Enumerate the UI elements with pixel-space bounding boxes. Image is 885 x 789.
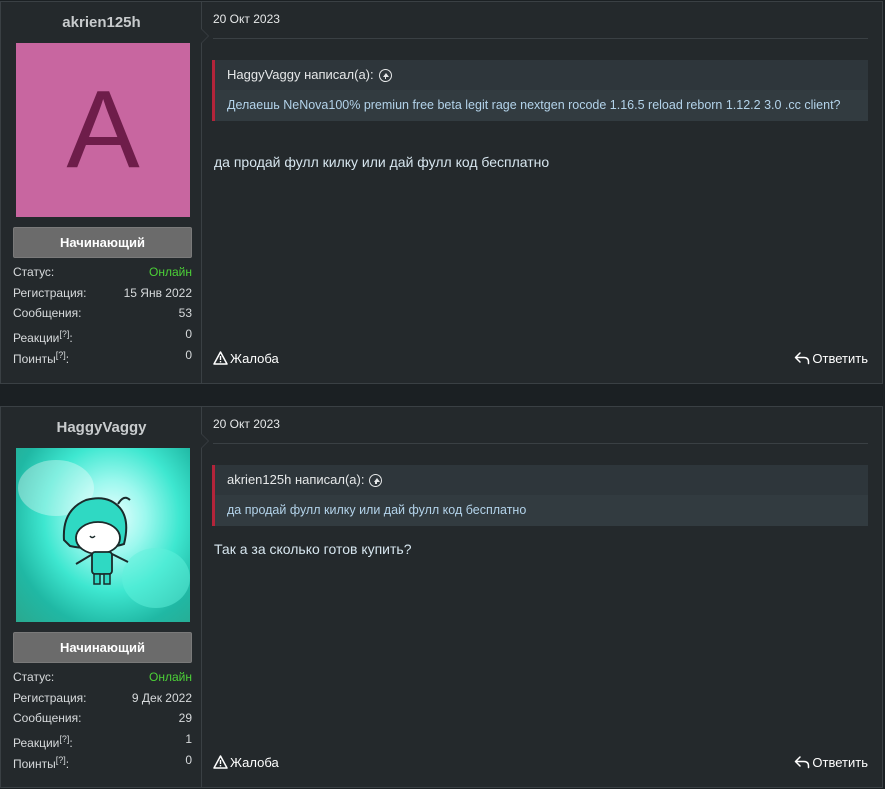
reply-label: Ответить <box>812 754 868 770</box>
stat-label: Регистрация: <box>13 690 87 705</box>
post-actions: Жалоба Ответить <box>213 753 868 771</box>
stat-messages: Сообщения: 53 <box>13 303 192 324</box>
user-stats: Статус: Онлайн Регистрация: 15 Янв 2022 … <box>13 262 192 366</box>
quote-block: akrien125h написал(а): да продай фулл ки… <box>212 465 868 526</box>
post: HaggyVaggy Начинающий Статус: Онлайн Рег… <box>0 406 883 788</box>
stat-registration: Регистрация: 9 Дек 2022 <box>13 688 192 709</box>
stat-messages: Сообщения: 29 <box>13 708 192 729</box>
report-button[interactable]: Жалоба <box>213 351 279 366</box>
quote-block: HaggyVaggy написал(а): Делаешь NeNova100… <box>212 60 868 121</box>
stat-value: 1 <box>185 732 192 747</box>
post: akrien125h A Начинающий Статус: Онлайн Р… <box>0 1 883 384</box>
stat-status: Статус: Онлайн <box>13 262 192 283</box>
stat-label: Поинты <box>13 351 56 366</box>
stat-label: Сообщения: <box>13 711 82 726</box>
quote-text: да продай фулл килку или дай фулл код бе… <box>215 495 868 526</box>
help-link[interactable]: [?] <box>56 755 66 765</box>
user-stats: Статус: Онлайн Регистрация: 9 Дек 2022 С… <box>13 667 192 771</box>
help-link[interactable]: [?] <box>59 734 69 744</box>
stat-value: 9 Дек 2022 <box>131 690 192 705</box>
reply-button[interactable]: Ответить <box>794 351 868 366</box>
avatar[interactable] <box>16 448 190 622</box>
stat-reactions: Реакции[?]: 1 <box>13 729 192 750</box>
quote-author: HaggyVaggy написал(а): <box>227 67 374 82</box>
stat-label-group: Реакции[?]: <box>13 729 73 750</box>
reply-label: Ответить <box>812 350 868 366</box>
avatar[interactable]: A <box>16 43 190 217</box>
stat-label: Сообщения: <box>13 306 82 321</box>
warning-icon <box>213 755 228 769</box>
username-link[interactable]: akrien125h <box>1 14 202 31</box>
stat-value: 53 <box>178 306 192 321</box>
stat-colon: : <box>69 736 73 751</box>
stat-points: Поинты[?]: 0 <box>13 345 192 366</box>
stat-value: 0 <box>185 327 192 342</box>
post-main: 20 Окт 2023 akrien125h написал(а): да пр… <box>203 407 882 787</box>
stat-value: 0 <box>185 347 192 362</box>
report-label: Жалоба <box>230 754 279 770</box>
divider <box>213 38 868 39</box>
user-panel: akrien125h A Начинающий Статус: Онлайн Р… <box>1 2 209 383</box>
post-date[interactable]: 20 Окт 2023 <box>213 12 280 26</box>
quote-text: Делаешь NeNova100% premiun free beta leg… <box>215 90 868 121</box>
stat-colon: : <box>69 331 73 346</box>
stat-value: 29 <box>178 711 192 726</box>
report-label: Жалоба <box>230 350 279 366</box>
stat-label: Поинты <box>13 756 56 771</box>
help-link[interactable]: [?] <box>56 350 66 360</box>
post-main: 20 Окт 2023 HaggyVaggy написал(а): Делае… <box>203 2 882 383</box>
stat-points: Поинты[?]: 0 <box>13 750 192 771</box>
help-link[interactable]: [?] <box>59 329 69 339</box>
stat-label-group: Реакции[?]: <box>13 324 73 345</box>
stat-value: 0 <box>185 752 192 767</box>
quote-header: HaggyVaggy написал(а): <box>215 60 868 90</box>
quote-author: akrien125h написал(а): <box>227 472 365 487</box>
stat-label: Регистрация: <box>13 285 87 300</box>
stat-registration: Регистрация: 15 Янв 2022 <box>13 283 192 304</box>
stat-label: Реакции <box>13 736 60 751</box>
stat-label: Статус: <box>13 265 55 279</box>
reply-button[interactable]: Ответить <box>794 755 868 770</box>
stat-value: 15 Янв 2022 <box>123 285 192 300</box>
quote-header: akrien125h написал(а): <box>215 465 868 495</box>
avatar-character-image <box>18 460 190 608</box>
stat-status: Статус: Онлайн <box>13 667 192 688</box>
post-message: Так а за сколько готов купить? <box>214 541 412 557</box>
user-rank-badge: Начинающий <box>13 227 192 258</box>
stat-label: Реакции <box>13 331 60 346</box>
reply-icon <box>795 756 810 769</box>
reply-icon <box>795 352 810 365</box>
stat-value: Онлайн <box>149 670 192 684</box>
stat-colon: : <box>65 756 70 771</box>
divider <box>213 443 868 444</box>
jump-to-quote-icon[interactable] <box>369 473 383 487</box>
warning-icon <box>213 351 228 365</box>
stat-reactions: Реакции[?]: 0 <box>13 324 192 345</box>
post-actions: Жалоба Ответить <box>213 349 868 367</box>
stat-label: Статус: <box>13 670 55 684</box>
post-date[interactable]: 20 Окт 2023 <box>213 417 280 431</box>
stat-label-group: Поинты[?]: <box>13 345 69 366</box>
stat-colon: : <box>65 351 70 366</box>
report-button[interactable]: Жалоба <box>213 755 279 770</box>
stat-label-group: Поинты[?]: <box>13 750 69 771</box>
post-message: да продай фулл килку или дай фулл код бе… <box>214 154 550 170</box>
username-link[interactable]: HaggyVaggy <box>1 419 202 436</box>
user-rank-badge: Начинающий <box>13 632 192 663</box>
stat-value: Онлайн <box>149 265 192 279</box>
user-panel: HaggyVaggy Начинающий Статус: Онлайн Рег… <box>1 407 209 787</box>
jump-to-quote-icon[interactable] <box>378 68 392 82</box>
